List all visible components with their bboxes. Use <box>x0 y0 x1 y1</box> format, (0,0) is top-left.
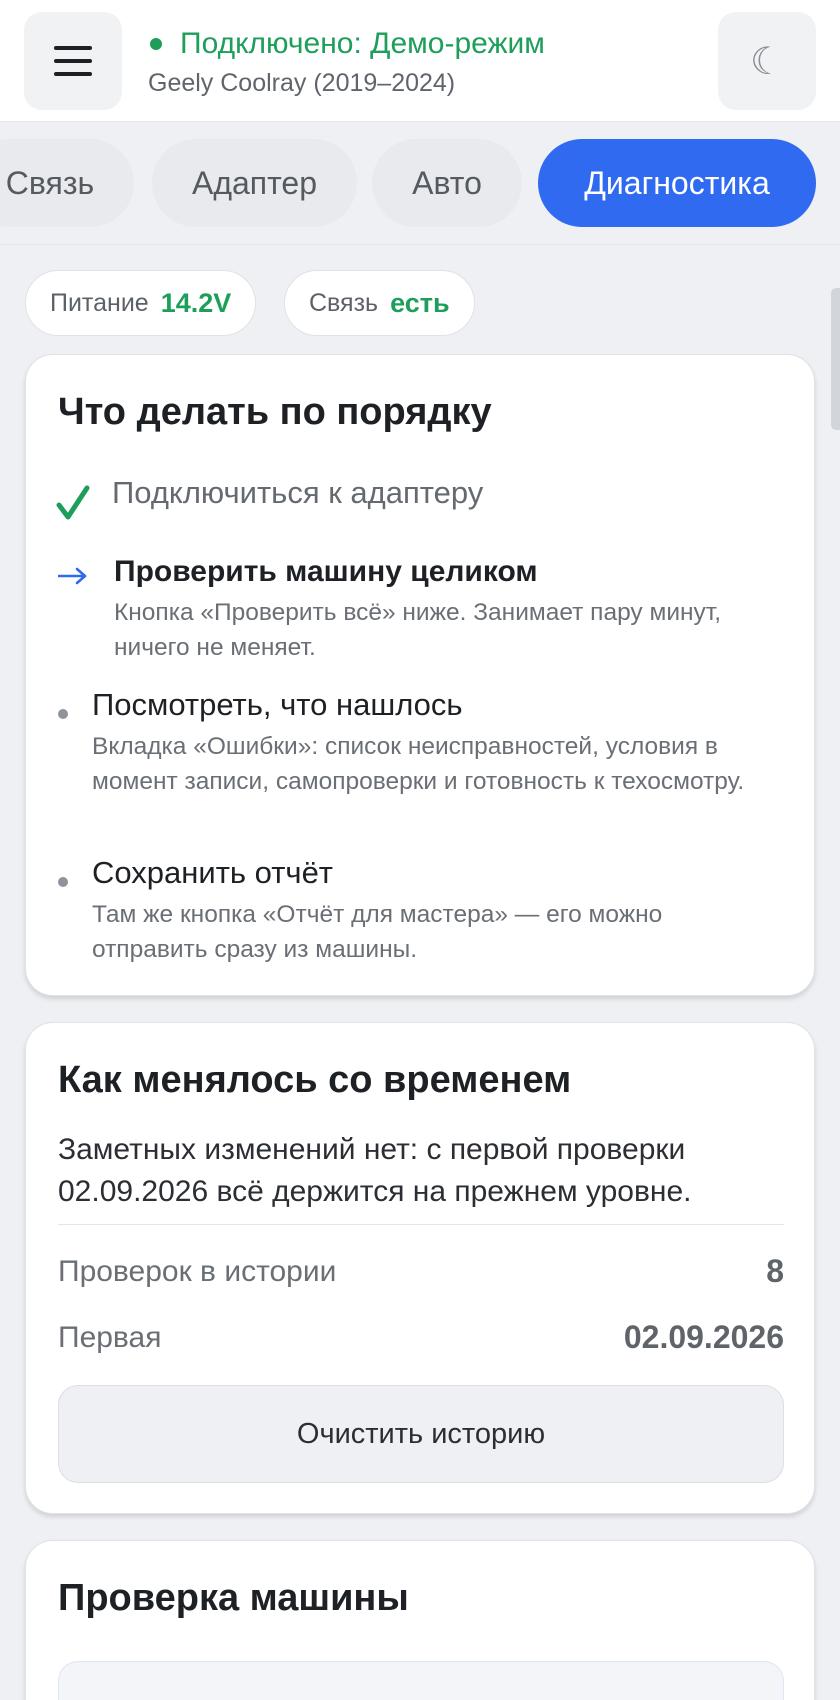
connection-status-block: Подключено: Демо-режим Geely Coolray (20… <box>148 24 545 100</box>
theme-toggle-button[interactable]: ☾ <box>718 12 816 110</box>
checkmark-icon <box>56 485 90 520</box>
tab-label: Адаптер <box>191 164 318 201</box>
link-chip: Связь есть <box>284 270 475 336</box>
steps-card: Что делать по порядку Подключиться к ада… <box>25 354 815 996</box>
tab-diagnostics[interactable]: Диагностика <box>538 139 816 227</box>
connection-status: Подключено: Демо-режим <box>148 24 545 64</box>
vehicle-check-title: Проверка машины <box>58 1577 409 1619</box>
step-title: Проверить машину целиком <box>114 555 538 588</box>
history-count-value: 8 <box>766 1253 784 1289</box>
tab-bar: Связь Адаптер Авто Диагностика <box>0 123 840 245</box>
history-first-value: 02.09.2026 <box>623 1319 784 1355</box>
status-dot-icon <box>150 38 162 50</box>
bullet-icon <box>58 877 68 887</box>
tab-label: Диагностика <box>584 164 770 201</box>
step-title: Подключиться к адаптеру <box>112 475 484 510</box>
steps-card-title: Что делать по порядку <box>58 391 492 433</box>
history-count-label: Проверок в истории <box>58 1254 337 1288</box>
scrollbar[interactable] <box>831 288 840 430</box>
vehicle-check-card: Проверка машины <box>25 1540 815 1700</box>
bullet-icon <box>58 709 68 719</box>
link-label: Связь <box>309 288 379 317</box>
step-description: Там же кнопка «Отчёт для мастера» — его … <box>92 901 663 963</box>
connection-status-text: Подключено: Демо-режим <box>180 27 545 60</box>
menu-button[interactable] <box>24 12 122 110</box>
tab-connection[interactable]: Связь <box>0 139 134 227</box>
clear-history-button[interactable]: Очистить историю <box>58 1385 784 1483</box>
step-description: Вкладка «Ошибки»: список неисправностей,… <box>92 733 745 795</box>
tab-adapter[interactable]: Адаптер <box>152 139 357 227</box>
power-chip: Питание 14.2V <box>25 270 257 336</box>
arrow-right-icon <box>58 567 87 585</box>
history-card-title: Как менялось со временем <box>58 1059 572 1101</box>
divider <box>58 1224 784 1225</box>
tab-label: Авто <box>412 164 482 201</box>
history-first-row: Первая 02.09.2026 <box>58 1319 784 1356</box>
history-count-row: Проверок в истории 8 <box>58 1253 784 1290</box>
clear-history-label: Очистить историю <box>296 1417 546 1450</box>
hamburger-icon <box>54 46 92 76</box>
tab-label: Связь <box>5 164 95 201</box>
step-title: Сохранить отчёт <box>92 855 334 890</box>
step-title: Посмотреть, что нашлось <box>92 687 463 722</box>
history-card: Как менялось со временем Заметных измене… <box>25 1022 815 1514</box>
step-description: Кнопка «Проверить всё» ниже. Занимает па… <box>114 599 722 661</box>
vehicle-model: Geely Coolray (2019–2024) <box>148 69 456 97</box>
app-header: Подключено: Демо-режим Geely Coolray (20… <box>0 0 840 122</box>
history-first-label: Первая <box>58 1320 162 1354</box>
power-value: 14.2V <box>160 287 232 318</box>
moon-icon: ☾ <box>749 39 785 83</box>
link-value: есть <box>390 287 450 318</box>
history-summary: Заметных изменений нет: с первой проверк… <box>58 1133 692 1208</box>
power-label: Питание <box>50 288 149 317</box>
tab-car[interactable]: Авто <box>372 139 522 227</box>
vehicle-check-panel <box>58 1661 784 1700</box>
